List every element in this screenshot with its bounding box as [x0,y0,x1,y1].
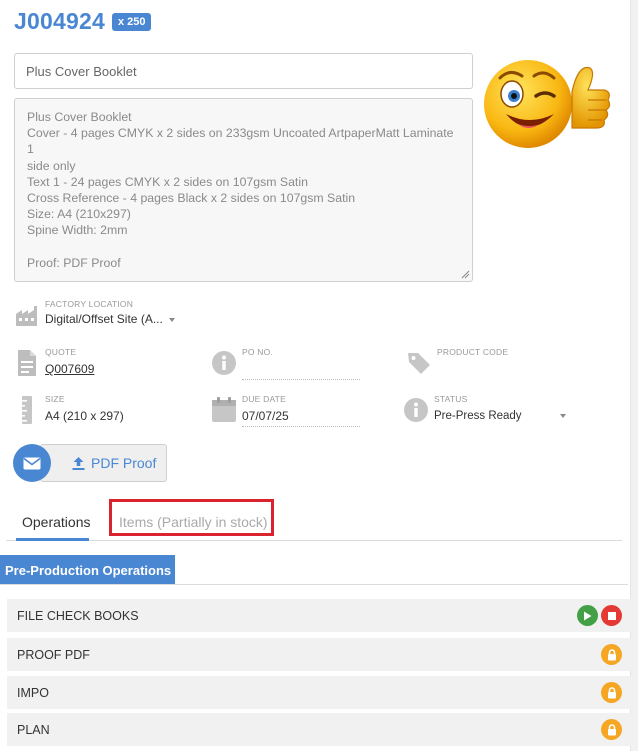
document-icon [14,347,40,379]
highlight-annotation [109,499,274,536]
calendar-icon [211,394,237,426]
chevron-down-icon[interactable] [168,317,175,322]
tab-bar: Operations Items (Partially in stock) [6,503,622,541]
description-line: Spine Width: 2mm [27,223,128,238]
factory-location-value: Digital/Offset Site (A... [45,312,163,326]
description-line: Cross Reference - 4 pages Black x 2 side… [27,191,356,206]
size-field: SIZE A4 (210 x 297) [14,394,124,426]
po-number-field[interactable]: PO NO. [211,347,360,380]
description-line: Size: A4 (210x297) [27,207,131,222]
lock-icon[interactable] [601,682,622,703]
play-icon[interactable] [577,605,598,626]
factory-icon [14,299,40,331]
po-number-label: PO NO. [242,347,273,357]
operation-row[interactable]: FILE CHECK BOOKS [7,599,631,632]
section-pre-production-header[interactable]: Pre-Production Operations [0,555,175,585]
operation-row[interactable]: PLAN [7,713,631,746]
job-number: J004924 [14,8,105,34]
operation-row[interactable]: PROOF PDF [7,638,631,671]
chevron-down-icon[interactable] [559,413,566,418]
quote-field: QUOTE Q007609 [14,347,94,379]
po-number-input[interactable] [242,362,360,380]
winking-thumbs-up-emoji-icon [484,60,611,148]
due-date-input[interactable]: 07/07/25 [242,409,360,427]
factory-location-label: FACTORY LOCATION [45,299,134,309]
email-button[interactable] [13,444,51,482]
resize-grip-icon[interactable] [461,270,470,279]
job-description-textarea[interactable]: Plus Cover Booklet Cover - 4 pages CMYK … [14,98,473,282]
job-title-input[interactable]: Plus Cover Booklet [14,53,473,89]
info-icon [403,394,429,426]
product-code-label: PRODUCT CODE [437,347,509,357]
description-line: Text 1 - 24 pages CMYK x 2 sides on 107g… [27,174,308,189]
size-value: A4 (210 x 297) [45,409,124,423]
due-date-field[interactable]: DUE DATE 07/07/25 [211,394,360,427]
job-header: J004924 x 250 [14,8,152,35]
ruler-icon [14,394,40,426]
operation-name: PLAN [17,722,50,737]
lock-icon[interactable] [601,719,622,740]
description-line: Proof: PDF Proof [27,255,121,270]
pdf-proof-label: PDF Proof [91,455,157,471]
operation-name: PROOF PDF [17,647,90,662]
tab-operations[interactable]: Operations [22,503,90,541]
envelope-icon [23,457,41,469]
description-line: Plus Cover Booklet [27,110,132,124]
size-label: SIZE [45,394,65,404]
quote-label: QUOTE [45,347,77,357]
upload-icon [72,456,85,470]
status-label: STATUS [434,394,468,404]
quantity-badge: x 250 [111,12,152,31]
status-select[interactable]: Pre-Press Ready [434,410,522,422]
tag-icon [406,347,432,379]
quote-link[interactable]: Q007609 [45,362,94,376]
product-code-field[interactable]: PRODUCT CODE [406,347,508,379]
description-line: Cover - 4 pages CMYK x 2 sides on 233gsm… [27,126,454,157]
operation-name: IMPO [17,685,49,700]
factory-location-field[interactable]: FACTORY LOCATION Digital/Offset Site (A.… [14,299,175,331]
operation-name: FILE CHECK BOOKS [17,608,139,623]
due-date-label: DUE DATE [242,394,286,404]
stop-icon[interactable] [601,605,622,626]
active-tab-indicator [16,538,89,541]
operation-row[interactable]: IMPO [7,676,631,709]
status-field[interactable]: STATUS Pre-Press Ready [403,394,566,426]
info-icon [211,347,237,379]
description-line [27,239,460,255]
description-line: side only [27,158,76,173]
scrollbar[interactable] [630,0,638,751]
pdf-proof-upload-button[interactable]: PDF Proof [40,444,167,482]
lock-icon[interactable] [601,644,622,665]
section-divider [0,584,628,585]
